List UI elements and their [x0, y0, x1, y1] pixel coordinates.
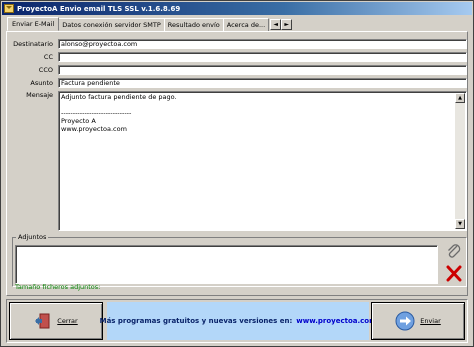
add-attachment-button[interactable]	[444, 242, 464, 261]
enviar-button[interactable]: Enviar	[371, 302, 465, 340]
main-window: ProyectoA Envio email TLS SSL v.1.6.8.69…	[0, 0, 474, 347]
envelope-app-icon	[4, 4, 14, 13]
scroll-down-icon[interactable]: ▼	[455, 219, 465, 229]
window-title: ProyectoA Envio email TLS SSL v.1.6.8.69	[17, 4, 181, 13]
cc-label: CC	[43, 53, 53, 61]
tab-resultado-envio[interactable]: Resultado envío	[163, 18, 224, 31]
mensaje-line: ------------------------------	[61, 109, 132, 117]
mensaje-line	[61, 101, 454, 109]
exit-door-icon	[35, 313, 50, 329]
tab-scroll-buttons: ◄ ►	[270, 19, 293, 31]
mensaje-line: Adjunto factura pendiente de pago.	[61, 93, 177, 101]
mensaje-line: www.proyectoa.com	[61, 125, 127, 133]
scroll-up-icon[interactable]: ▲	[455, 93, 465, 103]
send-arrow-icon	[395, 311, 415, 331]
adjuntos-group: Adjuntos	[12, 233, 467, 287]
tab-page-enviar-email: Destinatario alonso@proyectoa.com CC CCO…	[6, 31, 468, 296]
footer-panel: Cerrar Más programas gratuitos y nuevas …	[6, 299, 468, 343]
cerrar-button[interactable]: Cerrar	[9, 302, 103, 340]
cco-field[interactable]	[58, 65, 467, 75]
tab-acerca-de[interactable]: Acerca de...	[222, 18, 270, 31]
mensaje-line: Proyecto A	[61, 117, 96, 125]
tab-datos-conexion[interactable]: Datos conexión servidor SMTP	[58, 18, 165, 31]
title-bar[interactable]: ProyectoA Envio email TLS SSL v.1.6.8.69	[2, 2, 472, 15]
tab-scroll-right-icon[interactable]: ►	[281, 19, 293, 30]
adjuntos-list[interactable]	[15, 245, 438, 284]
cco-label: CCO	[38, 66, 53, 74]
promo-link[interactable]: www.proyectoa.com	[296, 317, 376, 325]
tab-enviar-email[interactable]: Enviar E-Mail	[7, 17, 60, 31]
promo-banner: Más programas gratuitos y nuevas version…	[100, 302, 376, 340]
enviar-label: Enviar	[420, 317, 441, 325]
cc-field[interactable]	[58, 52, 467, 62]
mensaje-label: Mensaje	[26, 91, 53, 99]
tab-strip: Enviar E-Mail Datos conexión servidor SM…	[7, 17, 293, 31]
mensaje-scrollbar[interactable]: ▲ ▼	[455, 93, 465, 229]
cerrar-label: Cerrar	[57, 317, 78, 325]
paperclip-icon	[448, 244, 461, 258]
asunto-field[interactable]: Factura pendiente	[58, 78, 467, 88]
attachment-size-label: Tamaño ficheros adjuntos:	[15, 283, 101, 291]
mensaje-textarea[interactable]: Adjunto factura pendiente de pago. -----…	[58, 91, 467, 231]
promo-text: Más programas gratuitos y nuevas version…	[99, 317, 293, 325]
adjuntos-label: Adjuntos	[16, 233, 49, 241]
asunto-label: Asunto	[30, 79, 53, 87]
mensaje-text: Adjunto factura pendiente de pago. -----…	[61, 93, 454, 133]
destinatario-field[interactable]: alonso@proyectoa.com	[58, 39, 467, 49]
tab-scroll-left-icon[interactable]: ◄	[270, 19, 282, 30]
red-x-icon	[446, 265, 462, 282]
destinatario-label: Destinatario	[13, 40, 53, 48]
remove-attachment-button[interactable]	[444, 264, 464, 283]
